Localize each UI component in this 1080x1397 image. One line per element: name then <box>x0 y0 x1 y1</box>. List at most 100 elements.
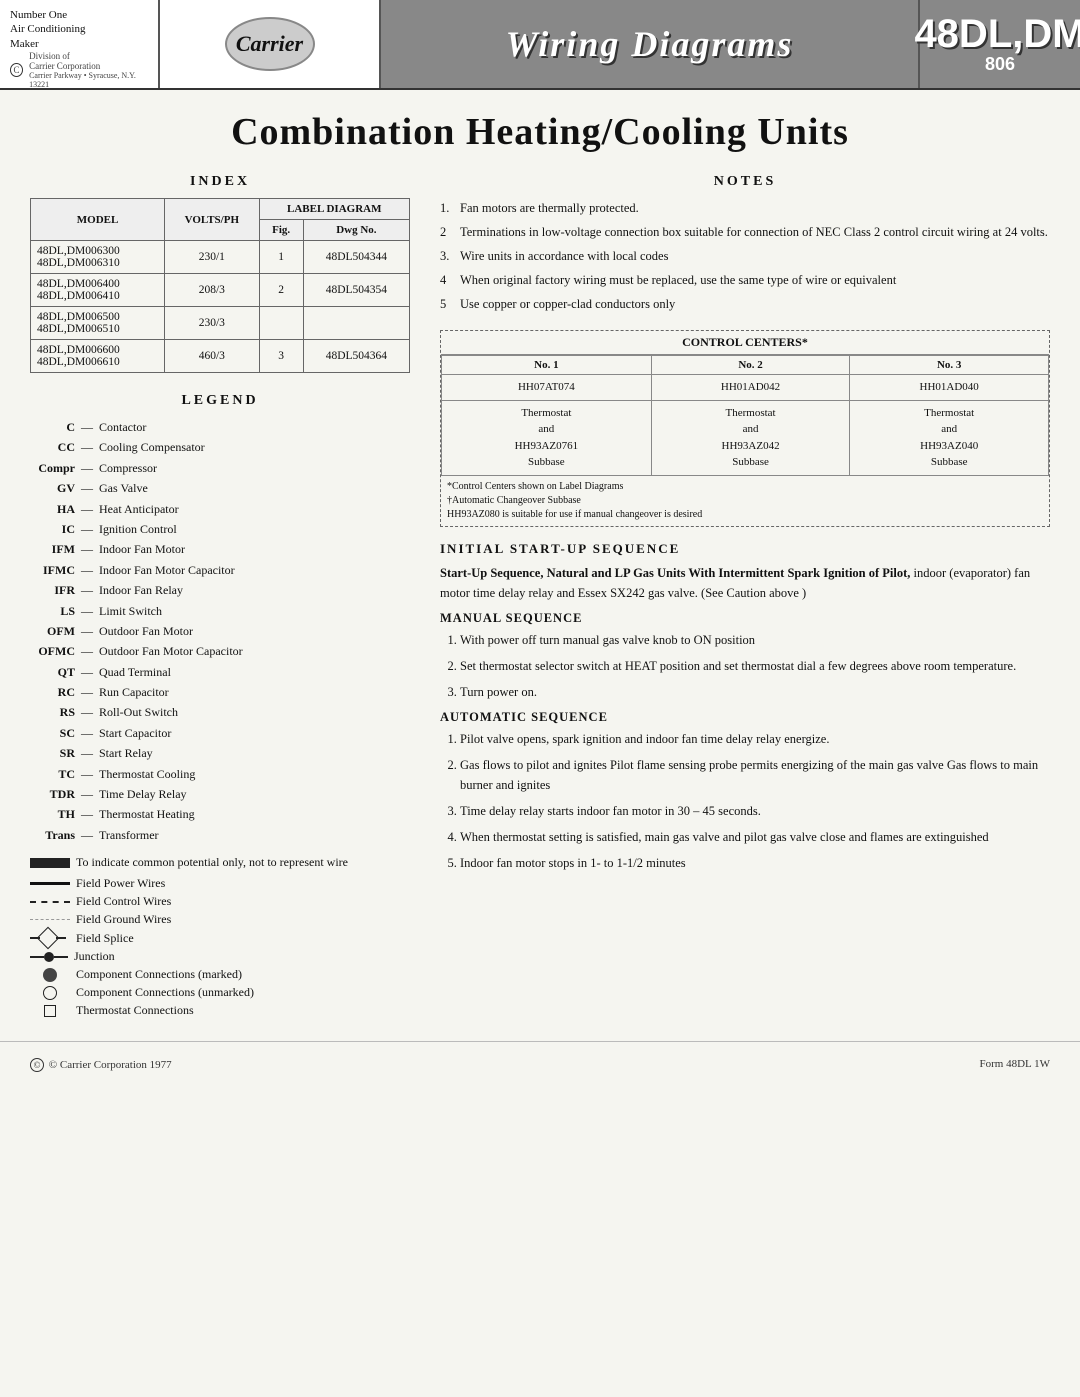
fig-cell: 3 <box>259 340 303 373</box>
col-dwg: Dwg No. <box>303 220 409 241</box>
field-power-icon <box>30 882 70 885</box>
manual-step: With power off turn manual gas valve kno… <box>460 630 1050 650</box>
volts-cell: 230/3 <box>165 307 259 340</box>
table-row: 48DL,DM00640048DL,DM006410 208/3 2 48DL5… <box>31 274 410 307</box>
dwg-cell: 48DL504354 <box>303 274 409 307</box>
auto-step: Pilot valve opens, spark ignition and in… <box>460 729 1050 749</box>
symbol-row-thermostat: Thermostat Connections <box>30 1003 410 1018</box>
symbol-row-component-marked: Component Connections (marked) <box>30 967 410 982</box>
table-row: 48DL,DM00630048DL,DM006310 230/1 1 48DL5… <box>31 241 410 274</box>
header-left-info: Number One Air Conditioning Maker C Divi… <box>0 0 160 88</box>
symbol-row-field-power: Field Power Wires <box>30 876 410 891</box>
legend-item: TH — Thermostat Heating <box>30 804 410 824</box>
symbol-row-component-unmarked: Component Connections (unmarked) <box>30 985 410 1000</box>
legend-item: TC — Thermostat Cooling <box>30 764 410 784</box>
cc-note1: *Control Centers shown on Label Diagrams… <box>441 476 1049 526</box>
legend-item: IFMC — Indoor Fan Motor Capacitor <box>30 560 410 580</box>
component-unmarked-icon <box>30 986 70 1000</box>
note-item: 4 When original factory wiring must be r… <box>440 270 1050 290</box>
symbol-row-solid: To indicate common potential only, not t… <box>30 855 410 870</box>
note-item: 1. Fan motors are thermally protected. <box>440 198 1050 218</box>
legend-item: RS — Roll-Out Switch <box>30 702 410 722</box>
header-title-area: Wiring Diagrams <box>381 0 920 88</box>
table-row: 48DL,DM00660048DL,DM006610 460/3 3 48DL5… <box>31 340 410 373</box>
legend-section: LEGEND C — Contactor CC — Cooling Compen… <box>30 393 410 1018</box>
field-control-icon <box>30 901 70 903</box>
field-ground-icon <box>30 919 70 920</box>
col-volts: VOLTS/PH <box>165 199 259 241</box>
cc-col2: No. 2 <box>651 356 850 375</box>
manual-step: Set thermostat selector switch at HEAT p… <box>460 656 1050 676</box>
control-centers-title: CONTROL CENTERS* <box>441 331 1049 355</box>
legend-item: OFM — Outdoor Fan Motor <box>30 621 410 641</box>
legend-item: LS — Limit Switch <box>30 601 410 621</box>
symbol-row-junction: Junction <box>30 949 410 964</box>
startup-intro: Start-Up Sequence, Natural and LP Gas Un… <box>440 563 1050 603</box>
legend-item: Trans — Transformer <box>30 825 410 845</box>
carrier-logo-area: Carrier <box>160 0 381 88</box>
cc-row: HH07AT074 HH01AD042 HH01AD040 <box>442 375 1049 401</box>
cc-row: ThermostatandHH93AZ0761Subbase Thermosta… <box>442 400 1049 475</box>
note-item: 5 Use copper or copper-clad conductors o… <box>440 294 1050 314</box>
table-row: 48DL,DM00650048DL,DM006510 230/3 <box>31 307 410 340</box>
symbol-row-field-control: Field Control Wires <box>30 894 410 909</box>
auto-step: When thermostat setting is satisfied, ma… <box>460 827 1050 847</box>
auto-step: Time delay relay starts indoor fan motor… <box>460 801 1050 821</box>
model-number: 48DL,DM <box>914 14 1080 54</box>
fig-cell <box>259 307 303 340</box>
symbol-row-splice: Field Splice <box>30 930 410 946</box>
left-column: INDEX MODEL VOLTS/PH LABEL DIAGRAM Fig. … <box>30 170 410 1021</box>
auto-seq-list: Pilot valve opens, spark ignition and in… <box>460 729 1050 873</box>
control-centers-table: No. 1 No. 2 No. 3 HH07AT074 HH01AD042 HH… <box>441 355 1049 476</box>
legend-item: IFR — Indoor Fan Relay <box>30 580 410 600</box>
col-fig: Fig. <box>259 220 303 241</box>
main-content: INDEX MODEL VOLTS/PH LABEL DIAGRAM Fig. … <box>0 170 1080 1021</box>
form-number: Form 48DL 1W <box>980 1058 1050 1072</box>
legend-item: OFMC — Outdoor Fan Motor Capacitor <box>30 641 410 661</box>
carrier-logo: Carrier <box>225 17 315 71</box>
header-model-area: 48DL,DM 806 <box>920 0 1080 88</box>
model-sub: 806 <box>985 54 1015 75</box>
splice-icon <box>30 930 70 946</box>
main-title: Combination Heating/Cooling Units <box>0 90 1080 170</box>
col-label-diagram: LABEL DIAGRAM <box>259 199 409 220</box>
cc-col3: No. 3 <box>850 356 1049 375</box>
legend-grid: C — Contactor CC — Cooling Compensator C… <box>30 417 410 845</box>
junction-icon <box>30 952 68 962</box>
right-column: NOTES 1. Fan motors are thermally protec… <box>440 170 1050 1021</box>
startup-section: INITIAL START-UP SEQUENCE Start-Up Seque… <box>440 541 1050 873</box>
tagline: Number One Air Conditioning Maker <box>10 8 148 51</box>
page-footer: © © Carrier Corporation 1977 Form 48DL 1… <box>0 1041 1080 1080</box>
manual-seq-list: With power off turn manual gas valve kno… <box>460 630 1050 702</box>
legend-item: CC — Cooling Compensator <box>30 437 410 457</box>
solid-bar-icon <box>30 858 70 868</box>
auto-seq-title: AUTOMATIC SEQUENCE <box>440 710 1050 725</box>
c-circle-icon: C <box>10 63 23 77</box>
index-section-title: INDEX <box>30 174 410 190</box>
dwg-cell <box>303 307 409 340</box>
cc-col1: No. 1 <box>442 356 652 375</box>
col-model: MODEL <box>31 199 165 241</box>
legend-item: IC — Ignition Control <box>30 519 410 539</box>
model-cell: 48DL,DM00660048DL,DM006610 <box>31 340 165 373</box>
header-title: Wiring Diagrams <box>506 23 794 65</box>
model-cell: 48DL,DM00640048DL,DM006410 <box>31 274 165 307</box>
legend-item: RC — Run Capacitor <box>30 682 410 702</box>
dwg-cell: 48DL504364 <box>303 340 409 373</box>
model-cell: 48DL,DM00650048DL,DM006510 <box>31 307 165 340</box>
notes-section: NOTES 1. Fan motors are thermally protec… <box>440 174 1050 314</box>
fig-cell: 2 <box>259 274 303 307</box>
legend-item: HA — Heat Anticipator <box>30 499 410 519</box>
manual-step: Turn power on. <box>460 682 1050 702</box>
component-marked-icon <box>30 968 70 982</box>
division-info: C Division of Carrier Corporation Carrie… <box>10 51 148 89</box>
note-item: 3. Wire units in accordance with local c… <box>440 246 1050 266</box>
thermostat-icon <box>30 1005 70 1017</box>
legend-item: IFM — Indoor Fan Motor <box>30 539 410 559</box>
startup-title: INITIAL START-UP SEQUENCE <box>440 541 1050 557</box>
note-item: 2 Terminations in low-voltage connection… <box>440 222 1050 242</box>
legend-item: SC — Start Capacitor <box>30 723 410 743</box>
legend-item: C — Contactor <box>30 417 410 437</box>
fig-cell: 1 <box>259 241 303 274</box>
legend-item: SR — Start Relay <box>30 743 410 763</box>
